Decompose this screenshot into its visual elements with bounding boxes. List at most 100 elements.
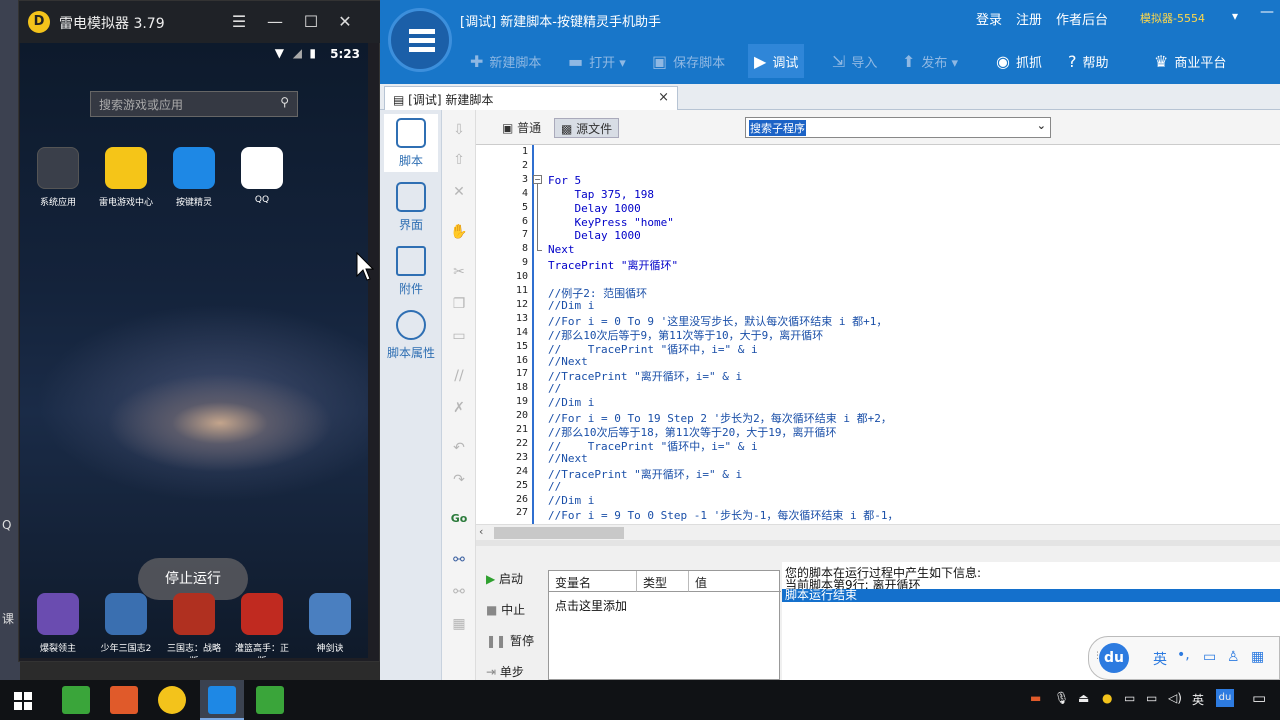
replace-icon[interactable]: ⚯ (450, 584, 468, 600)
delete-icon[interactable]: ✕ (450, 184, 468, 200)
nav-attachment[interactable]: 附件 (384, 246, 438, 297)
app-dock-item[interactable]: 爆裂领主 (28, 593, 88, 654)
notification-icon[interactable]: ▭ (1252, 689, 1266, 707)
app-anjian[interactable]: 按键精灵 (164, 147, 224, 208)
toolbar-label: 导入 (851, 55, 878, 71)
pause-button[interactable]: ❚❚ 暂停 (486, 632, 546, 649)
menu-icon[interactable]: ☰ (227, 10, 251, 34)
input-language[interactable]: 英 (1192, 691, 1204, 708)
editor-header: ▣ 普通 ▩ 源文件 搜索子程序 ⌄ (476, 110, 1280, 144)
comment-icon[interactable]: // (450, 368, 468, 384)
capture-button[interactable]: ◉ 抓抓 (990, 44, 1048, 78)
ime-toolbar[interactable]: du ⋮ 英 •, ▭ ♙ ▦ (1088, 636, 1280, 680)
code-editor[interactable]: 1 2 3 4 5 6 7 8 9 10 11 12 13 14 15 16 17 18 19 20 21 22 23 24 2… (476, 144, 1280, 524)
app-dock-item[interactable]: 少年三国志2 (96, 593, 156, 654)
publish-icon: ⬆ (902, 51, 916, 71)
app-dock-item[interactable]: 三国志：战略版 (164, 593, 224, 658)
login-link[interactable]: 登录 (976, 9, 1002, 28)
tab-close-icon[interactable]: × (658, 90, 669, 105)
close-button[interactable]: ✕ (333, 10, 357, 34)
author-backend-link[interactable]: 作者后台 (1056, 9, 1108, 28)
mic-icon[interactable]: 🎙 (1054, 691, 1069, 705)
code-line: //Dim i (548, 493, 595, 507)
horizontal-scrollbar[interactable]: ‹ (476, 524, 1280, 540)
ime-keyboard-icon[interactable]: ▭ (1203, 649, 1216, 665)
debug-button[interactable]: ▶ 调试 (748, 44, 805, 78)
mode-source-tab[interactable]: ▩ 源文件 (554, 118, 620, 138)
anjian-taskbar-icon[interactable] (208, 686, 236, 714)
windows-start-icon[interactable] (14, 692, 32, 710)
variable-table[interactable]: 变量名 类型 值 点击这里添加 (548, 570, 781, 680)
ime-lang-toggle[interactable]: 英 (1153, 649, 1167, 669)
import-button[interactable]: ⇲ 导入 (826, 44, 883, 78)
camtasia-editor-icon[interactable] (256, 686, 284, 714)
ldplayer-taskbar-icon[interactable] (158, 686, 186, 714)
fold-toggle-icon[interactable]: − (533, 175, 542, 184)
ime-menu-icon[interactable]: ▦ (1251, 649, 1264, 665)
game-icon (37, 593, 79, 635)
undo-icon[interactable]: ↶ (450, 440, 468, 456)
screen-recorder-icon[interactable] (110, 686, 138, 714)
app-search-input[interactable]: 搜索游戏或应用 ⚲ (90, 91, 298, 117)
nav-ui[interactable]: 界面 (384, 182, 438, 233)
find-icon[interactable]: ⚯ (450, 552, 468, 568)
scroll-left-icon[interactable]: ‹ (479, 525, 483, 538)
nav-script[interactable]: 脚本 (384, 114, 438, 172)
toolbar-label: 帮助 (1082, 55, 1109, 71)
ime-punct-toggle[interactable]: •, (1177, 647, 1190, 663)
maximize-button[interactable]: ☐ (299, 10, 323, 34)
app-label: 神剑诀 (316, 644, 344, 654)
open-button[interactable]: ▬ 打开 ▾ (562, 44, 632, 78)
recorder-tray-icon[interactable]: ▬ (1030, 691, 1041, 705)
help-button[interactable]: ? 帮助 (1062, 44, 1115, 78)
window-menu-icon[interactable]: ▾ (1232, 9, 1238, 23)
uncomment-icon[interactable]: ✗ (450, 400, 468, 416)
scrollbar-thumb[interactable] (494, 527, 624, 539)
network-icon[interactable]: ▭ (1146, 691, 1157, 705)
publish-button[interactable]: ⬆ 发布 ▾ (896, 44, 964, 78)
app-label: 少年三国志2 (100, 644, 152, 654)
move-down-icon[interactable]: ⇩ (450, 122, 468, 138)
new-script-button[interactable]: ✚ 新建脚本 (464, 44, 547, 78)
volume-icon[interactable]: ◁) (1168, 691, 1182, 705)
usb-icon[interactable]: ⏏ (1078, 691, 1089, 705)
ime-handle-icon[interactable]: ⋮ (1093, 651, 1102, 661)
nav-script-properties[interactable]: 脚本属性 (384, 310, 438, 361)
app-dock-item[interactable]: 灌篮高手：正版 (232, 593, 292, 658)
mode-normal-tab[interactable]: ▣ 普通 (496, 118, 547, 138)
paste-icon[interactable]: ▭ (450, 328, 468, 344)
app-system[interactable]: 系统应用 (28, 147, 88, 208)
goto-icon[interactable]: Go (450, 512, 468, 528)
copy-icon[interactable]: ❐ (450, 296, 468, 312)
edit-tools-column: ⇩ ⇧ ✕ ✋ ✂ ❐ ▭ // ✗ ↶ ↷ Go ⚯ ⚯ ▦ (442, 110, 476, 680)
app-game-center[interactable]: 雷电游戏中心 (96, 147, 156, 208)
abort-button[interactable]: ■ 中止 (486, 601, 546, 618)
app-dock-item[interactable]: 神剑诀 (300, 593, 360, 654)
main-menu-button[interactable] (388, 8, 452, 72)
format-icon[interactable]: ▦ (450, 616, 468, 632)
add-variable-link[interactable]: 点击这里添加 (555, 597, 627, 614)
cut-icon[interactable]: ✂ (450, 264, 468, 280)
line-number: 12 (515, 298, 528, 310)
ime-user-icon[interactable]: ♙ (1227, 649, 1240, 665)
message-tray-icon[interactable]: ▭ (1124, 691, 1135, 705)
move-up-icon[interactable]: ⇧ (450, 152, 468, 168)
hand-icon[interactable]: ✋ (450, 224, 468, 240)
ldplayer-tray-icon[interactable]: ● (1102, 691, 1112, 705)
window-minimize-icon[interactable]: — (1260, 4, 1274, 20)
tab-debug-new-script[interactable]: ▤ [调试] 新建脚本 × (384, 86, 678, 110)
camtasia-recorder-icon[interactable] (62, 686, 90, 714)
register-link[interactable]: 注册 (1016, 9, 1042, 28)
save-script-button[interactable]: ▣ 保存脚本 (646, 44, 731, 78)
app-qq[interactable]: QQ (232, 147, 292, 205)
subroutine-search-select[interactable]: 搜索子程序 ⌄ (745, 117, 1051, 138)
minimize-button[interactable]: — (263, 10, 287, 34)
business-platform-button[interactable]: ♛ 商业平台 (1148, 44, 1232, 78)
simulator-badge[interactable]: 模拟器-5554 (1140, 10, 1205, 26)
app-label: 爆裂领主 (39, 644, 76, 654)
step-button[interactable]: ⇥ 单步 (486, 663, 546, 680)
baidu-ime-tray-icon[interactable]: du (1216, 689, 1234, 707)
android-screen[interactable]: ▼ ◢ ▮ 5:23 搜索游戏或应用 ⚲ 系统应用 雷电游戏中心 按键精灵 QQ… (20, 43, 368, 658)
redo-icon[interactable]: ↷ (450, 472, 468, 488)
start-button[interactable]: ▶ 启动 (486, 570, 546, 587)
